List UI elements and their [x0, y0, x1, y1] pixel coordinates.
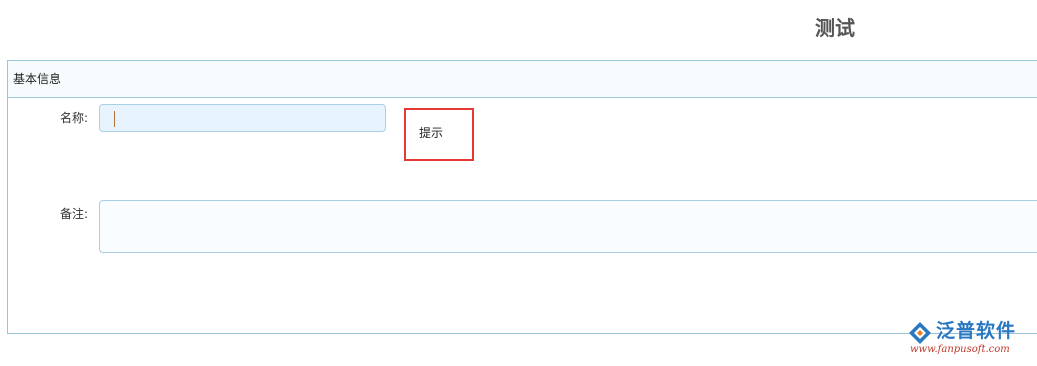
page-title: 测试: [815, 16, 855, 40]
panel-header: 基本信息: [8, 61, 1037, 98]
brand-logo: 泛普软件 www.fanpusoft.com: [906, 318, 1032, 358]
logo-url: www.fanpusoft.com: [910, 344, 1010, 355]
page: 测试 基本信息 名称: 提示 备注: 泛普软件 www.fanpusoft.co…: [0, 0, 1037, 366]
hint-highlight-box: 提示: [404, 108, 474, 161]
remark-label: 备注:: [59, 207, 88, 221]
logo-name: 泛普软件: [936, 320, 1017, 342]
name-input[interactable]: [99, 104, 386, 132]
fanpu-logo-icon: [909, 322, 931, 344]
text-cursor: [114, 111, 115, 127]
hint-text: 提示: [419, 126, 444, 140]
panel-header-label: 基本信息: [13, 72, 62, 86]
remark-textarea[interactable]: [99, 200, 1037, 253]
name-label: 名称:: [59, 111, 88, 125]
basic-info-panel: 基本信息 名称: 提示 备注:: [7, 60, 1037, 334]
